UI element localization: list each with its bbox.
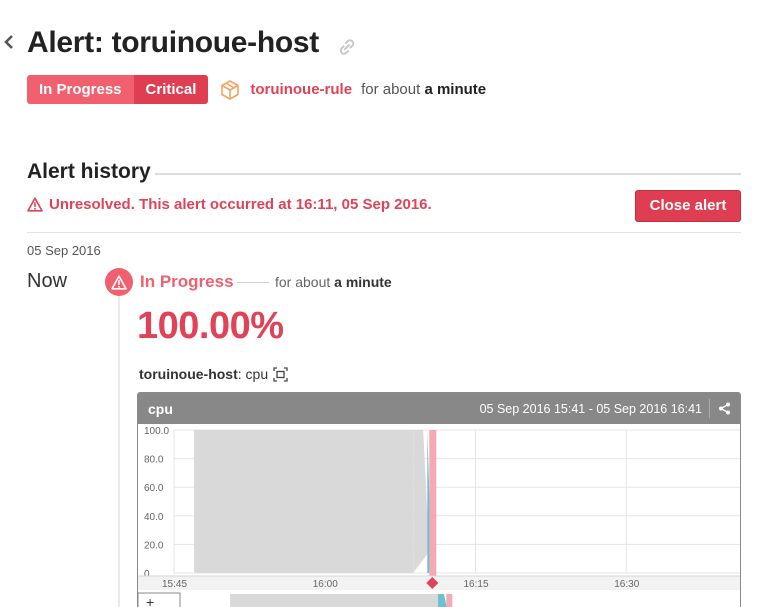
section-divider <box>155 173 741 175</box>
warning-icon <box>111 274 127 290</box>
status-duration: for about a minute <box>361 81 487 98</box>
share-icon[interactable] <box>718 402 731 415</box>
unresolved-text: Unresolved. This alert occurred at 16:11… <box>49 196 432 213</box>
alert-history-heading: Alert history <box>27 160 151 183</box>
graph-header: cpu 05 Sep 2016 15:41 - 05 Sep 2016 16:4… <box>138 393 740 424</box>
event-status: In Progress <box>140 272 234 291</box>
zoom-button <box>138 592 181 607</box>
metric-name: : cpu <box>237 366 269 382</box>
event-duration: for about a minute <box>275 274 392 290</box>
expand-icon[interactable] <box>273 366 288 382</box>
header-separator <box>709 399 710 418</box>
event-status-icon <box>105 268 133 296</box>
x-tick-label: 16:15 <box>464 579 489 590</box>
metric-host[interactable]: toruinoue-host <box>139 366 238 382</box>
page-title: Alert: toruinoue-host <box>27 26 320 59</box>
x-tick-label: 15:45 <box>162 579 187 590</box>
cpu-graph-panel: cpu 05 Sep 2016 15:41 - 05 Sep 2016 16:4… <box>137 392 741 607</box>
cube-icon <box>221 79 240 100</box>
history-divider <box>27 232 741 233</box>
x-tick-label: 16:30 <box>614 579 639 590</box>
back-chevron-icon[interactable] <box>3 34 15 50</box>
zoom-plus-label: + <box>146 594 154 607</box>
timeline-line <box>118 296 120 607</box>
warning-icon <box>27 197 43 212</box>
y-tick-label: 20.0 <box>144 540 164 551</box>
status-badge: In Progress <box>27 75 134 104</box>
x-axis-band <box>138 576 740 590</box>
y-tick-label: 40.0 <box>144 512 164 523</box>
close-alert-button[interactable]: Close alert <box>635 190 741 222</box>
event-value: 100.00% <box>137 305 284 347</box>
graph-time-range: 05 Sep 2016 15:41 - 05 Sep 2016 16:41 <box>479 402 702 416</box>
overview-history <box>230 594 438 607</box>
unresolved-message: Unresolved. This alert occurred at 16:11… <box>27 196 432 213</box>
cpu-chart[interactable]: 020.040.060.080.0100.015:45 16:00 16:15 16:… <box>138 424 741 607</box>
y-tick-label: 80.0 <box>144 455 164 466</box>
metric-label: toruinoue-host: cpu <box>139 366 288 382</box>
now-label: Now <box>27 270 68 292</box>
y-tick-label: 60.0 <box>144 483 164 494</box>
event-divider <box>237 282 269 283</box>
y-tick-label: 100.0 <box>144 426 169 437</box>
cpu-history-area <box>194 430 414 573</box>
overview-alert-band <box>446 594 453 607</box>
history-date: 05 Sep 2016 <box>27 243 101 258</box>
link-icon[interactable] <box>336 36 358 58</box>
cpu-history-edge <box>413 430 430 573</box>
graph-title: cpu <box>148 401 173 417</box>
x-tick-label: 16:00 <box>313 579 338 590</box>
rule-link[interactable]: toruinoue-rule <box>250 81 352 98</box>
status-row: In Progress Critical toruinoue-rule for … <box>27 75 486 104</box>
severity-badge: Critical <box>133 75 209 104</box>
